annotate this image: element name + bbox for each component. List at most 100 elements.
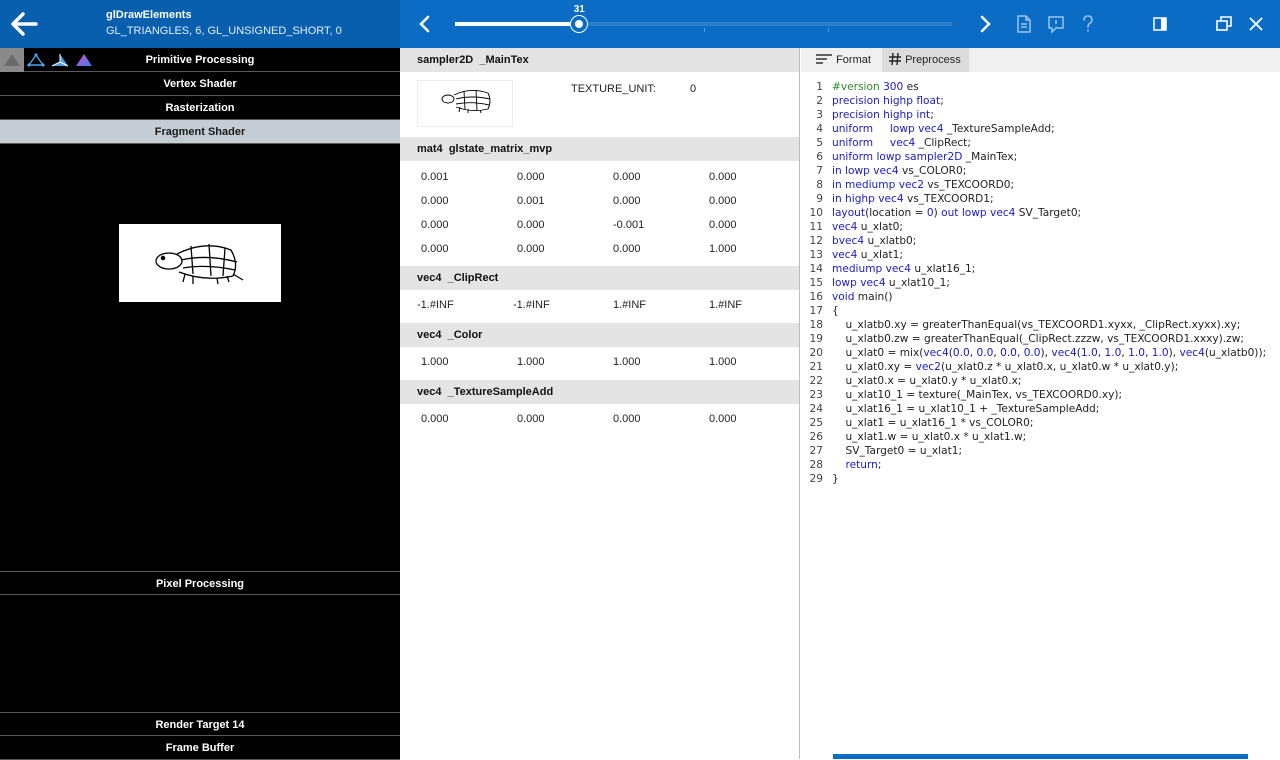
texture-thumbnail[interactable] xyxy=(417,80,513,127)
matrix-cell: 0.000 xyxy=(709,171,737,183)
uniform-header-mvp[interactable]: mat4 glstate_matrix_mvp xyxy=(400,137,799,161)
line-number: 26 xyxy=(809,431,823,443)
horizontal-scrollbar[interactable] xyxy=(833,754,1248,759)
panel-icon[interactable] xyxy=(1150,13,1170,35)
matrix-cell: 0.000 xyxy=(613,171,641,183)
triangle-icon[interactable] xyxy=(0,48,24,72)
texture-unit-label: TEXTURE_UNIT: xyxy=(571,83,656,95)
slider-value: 31 xyxy=(573,4,585,15)
line-number: 18 xyxy=(809,319,823,331)
matrix-cell: -0.001 xyxy=(613,219,645,231)
preprocess-label: Preprocess xyxy=(905,54,961,66)
line-number: 14 xyxy=(809,263,823,275)
primitive-mode-icons xyxy=(0,48,96,72)
uniform-value: 0.000 xyxy=(517,413,545,425)
code-line: 18 u_xlatb0.xy = greaterThanEqual(vs_TEX… xyxy=(801,318,1280,332)
line-number: 13 xyxy=(809,249,823,261)
matrix-cell: 0.000 xyxy=(421,243,449,255)
uniform-name: _MainTex xyxy=(479,54,529,66)
code-text: uniform lowp vec4 _TextureSampleAdd; xyxy=(832,123,1055,135)
matrix-cell: 0.000 xyxy=(709,195,737,207)
stage-rasterization[interactable]: Rasterization xyxy=(0,96,400,120)
wire-triangle-icon[interactable] xyxy=(24,48,48,72)
uniform-header-color[interactable]: vec4 _Color xyxy=(400,323,799,347)
source-tabs: Format Preprocess xyxy=(801,48,1280,72)
code-text: bvec4 u_xlatb0; xyxy=(832,235,917,247)
stage-render-target[interactable]: Render Target 14 xyxy=(0,712,400,736)
code-line: 27 SV_Target0 = u_xlat1; xyxy=(801,444,1280,458)
line-number: 8 xyxy=(816,179,823,191)
draw-call-args: GL_TRIANGLES, 6, GL_UNSIGNED_SHORT, 0 xyxy=(106,25,342,37)
shader-source-pane: Format Preprocess 1 #version 300 es 2 preci… xyxy=(801,48,1280,759)
code-line: 26 u_xlat1.w = u_xlat0.x * u_xlat1.w; xyxy=(801,430,1280,444)
code-line: 10 layout(location = 0) out lowp vec4 SV_… xyxy=(801,206,1280,220)
format-button[interactable]: Format xyxy=(809,48,879,72)
uniform-name: glstate_matrix_mvp xyxy=(448,143,553,155)
stage-primitive-processing[interactable]: Primitive Processing xyxy=(0,48,400,72)
document-icon[interactable] xyxy=(1014,13,1034,35)
code-line: 21 u_xlat0.xy = vec2(u_xlat0.z * u_xlat0… xyxy=(801,360,1280,374)
matrix-cell: 0.000 xyxy=(421,195,449,207)
line-number: 12 xyxy=(809,235,823,247)
matrix-cell: 0.001 xyxy=(421,171,449,183)
color-triangle-icon[interactable] xyxy=(72,48,96,72)
line-number: 10 xyxy=(809,207,823,219)
uniform-header-maintex[interactable]: sampler2D _MainTex xyxy=(400,48,799,72)
code-line: 17 { xyxy=(801,304,1280,318)
stage-pixel-processing[interactable]: Pixel Processing xyxy=(0,571,400,595)
line-number: 22 xyxy=(809,375,823,387)
code-text: uniform vec4 _ClipRect; xyxy=(832,137,971,149)
preprocess-button[interactable]: Preprocess xyxy=(882,48,969,72)
uniform-name: _ClipRect xyxy=(447,272,499,284)
code-line: 15 lowp vec4 u_xlat10_1; xyxy=(801,276,1280,290)
code-text: { xyxy=(832,305,839,317)
chevron-left-icon[interactable] xyxy=(414,12,436,36)
pipeline-pane: Primitive Processing Vertex Shader Raste… xyxy=(0,48,400,760)
line-number: 23 xyxy=(809,389,823,401)
comment-icon[interactable] xyxy=(1046,13,1066,35)
call-timeline-slider[interactable]: 31 xyxy=(455,4,952,32)
restore-icon[interactable] xyxy=(1214,13,1234,35)
matrix-cell: 0.000 xyxy=(709,219,737,231)
uniform-value: -1.#INF xyxy=(513,299,550,311)
line-number: 3 xyxy=(816,109,823,121)
line-number: 27 xyxy=(809,445,823,457)
uniform-value: 1.000 xyxy=(709,356,737,368)
code-line: 8 in mediump vec2 vs_TEXCOORD0; xyxy=(801,178,1280,192)
close-icon[interactable] xyxy=(1246,13,1266,35)
uniform-header-texturesampleadd[interactable]: vec4 _TextureSampleAdd xyxy=(400,380,799,404)
hash-icon xyxy=(889,52,901,66)
uniform-name: _Color xyxy=(447,329,483,341)
uniform-type: mat4 xyxy=(417,143,443,155)
code-line: 6 uniform lowp sampler2D _MainTex; xyxy=(801,150,1280,164)
draw-call-title: glDrawElements xyxy=(106,9,192,21)
code-line: 14 mediump vec4 u_xlat16_1; xyxy=(801,262,1280,276)
help-icon[interactable] xyxy=(1078,13,1098,35)
code-line: 7 in lowp vec4 vs_COLOR0; xyxy=(801,164,1280,178)
back-arrow-icon[interactable] xyxy=(6,6,42,42)
code-line: 11 vec4 u_xlat0; xyxy=(801,220,1280,234)
matrix-cell: 0.000 xyxy=(613,243,641,255)
stage-frame-buffer[interactable]: Frame Buffer xyxy=(0,736,400,760)
code-text: uniform lowp sampler2D _MainTex; xyxy=(832,151,1018,163)
stage-vertex-shader[interactable]: Vertex Shader xyxy=(0,72,400,96)
code-line: 1 #version 300 es xyxy=(801,80,1280,94)
code-text: u_xlat0 = mix(vec4(0.0, 0.0, 0.0, 0.0), … xyxy=(832,347,1267,359)
code-text: void main() xyxy=(832,291,893,303)
shader-code[interactable]: 1 #version 300 es 2 precision highp float; 3… xyxy=(801,80,1280,500)
format-label: Format xyxy=(836,54,871,66)
vertex-triangle-icon[interactable] xyxy=(48,48,72,72)
uniform-header-cliprect[interactable]: vec4 _ClipRect xyxy=(400,266,799,290)
line-number: 11 xyxy=(809,221,823,233)
line-number: 15 xyxy=(809,277,823,289)
code-line: 5 uniform vec4 _ClipRect; xyxy=(801,136,1280,150)
code-line: 13 vec4 u_xlat1; xyxy=(801,248,1280,262)
uniform-value: 0.000 xyxy=(421,413,449,425)
code-line: 29} xyxy=(801,472,1280,486)
chevron-right-icon[interactable] xyxy=(974,12,996,36)
slider-tick xyxy=(828,28,829,32)
code-text: layout(location = 0) out lowp vec4 SV_Ta… xyxy=(832,207,1082,219)
stage-fragment-shader[interactable]: Fragment Shader xyxy=(0,120,400,144)
uniform-value: -1.#INF xyxy=(417,299,454,311)
slider-thumb[interactable] xyxy=(571,16,588,32)
